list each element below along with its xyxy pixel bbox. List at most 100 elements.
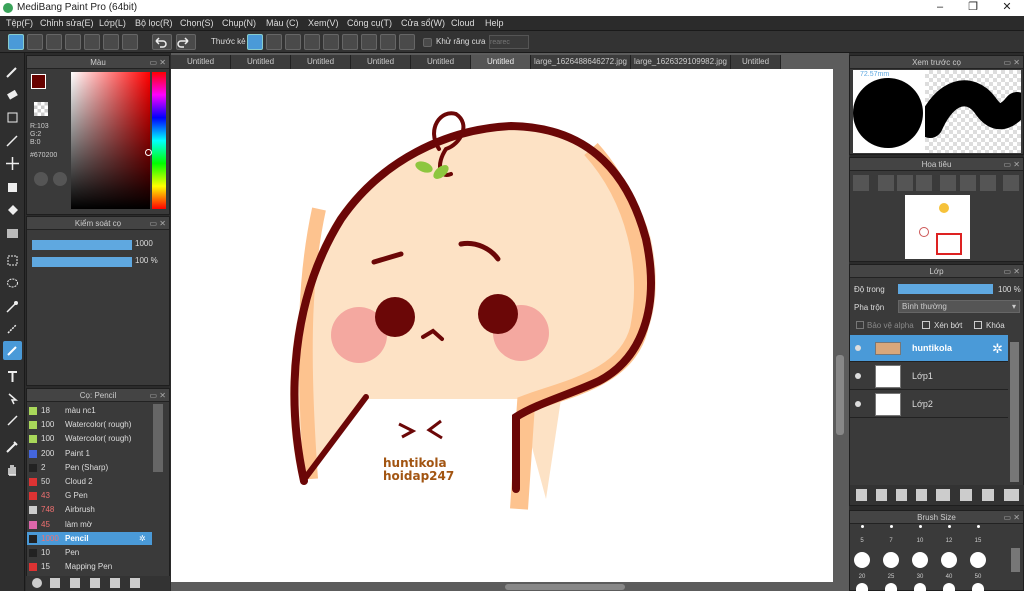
hue-slider[interactable] — [152, 72, 166, 209]
text-tool-icon[interactable] — [3, 367, 22, 386]
new-8bit-layer-icon[interactable] — [896, 489, 907, 501]
blend-mode-select[interactable]: Bình thường ▾ — [898, 300, 1020, 313]
brush-size-dot[interactable] — [885, 583, 897, 591]
menu-filter[interactable]: Bộ lọc(R) — [135, 18, 173, 28]
divide-tool-icon[interactable] — [3, 411, 22, 430]
brush-list-item[interactable]: 10 Pen — [27, 546, 152, 559]
add-layer-menu-icon[interactable] — [936, 489, 950, 501]
layer-name[interactable]: huntikola — [912, 343, 952, 353]
new-1bit-layer-icon[interactable] — [916, 489, 927, 501]
eye-icon[interactable] — [855, 345, 861, 351]
bucket-tool-icon[interactable] — [3, 201, 22, 220]
brush-list-item[interactable]: 748 Airbrush — [27, 503, 152, 516]
brush-tool-icon[interactable] — [3, 62, 22, 81]
layer-row[interactable]: Lớp1 — [850, 363, 1008, 390]
folder-icon[interactable] — [960, 489, 972, 501]
ellipse-ruler-icon[interactable] — [380, 34, 396, 50]
panel-close-icon[interactable]: ▭ ✕ — [150, 217, 166, 230]
menu-file[interactable]: Tệp(F) — [6, 18, 33, 28]
panel-close-icon[interactable]: ▭ ✕ — [1004, 158, 1020, 171]
redo-button[interactable] — [176, 34, 196, 50]
magic-wand-icon[interactable] — [3, 297, 22, 316]
menu-snap[interactable]: Chụp(N) — [222, 18, 256, 28]
menu-color[interactable]: Màu (C) — [266, 18, 299, 28]
zoom-in-2-icon[interactable] — [878, 175, 894, 191]
panel-close-icon[interactable]: ▭ ✕ — [150, 389, 166, 402]
brush-size-dot[interactable] — [854, 552, 870, 568]
color-saturation-box[interactable] — [71, 72, 150, 209]
foreground-color-swatch[interactable] — [31, 74, 46, 89]
cloud-icon[interactable] — [8, 34, 24, 50]
brush-size-dot[interactable] — [943, 583, 955, 591]
brush-size-dot[interactable] — [914, 583, 926, 591]
brush-opacity-slider[interactable] — [32, 257, 132, 267]
toolbar-field[interactable] — [489, 35, 529, 49]
layer-opacity-value[interactable]: 100 % — [998, 285, 1021, 294]
operation-tool-icon[interactable] — [3, 389, 22, 408]
canvas-vertical-scrollbar[interactable] — [836, 355, 844, 435]
ruler-off-icon[interactable] — [247, 34, 263, 50]
gear-icon[interactable]: ✲ — [992, 341, 1003, 357]
tab-document-active[interactable]: Untitled — [471, 55, 531, 69]
fit-icon[interactable] — [897, 175, 913, 191]
brush-size-slider[interactable] — [32, 240, 132, 250]
brush-size-dot[interactable] — [919, 525, 922, 528]
copy-brush-icon[interactable] — [70, 578, 80, 588]
concentric-icon[interactable] — [342, 34, 358, 50]
zoom-out-icon[interactable] — [916, 175, 932, 191]
brush-list-item[interactable]: 43 G Pen — [27, 489, 152, 502]
brush-size-dot[interactable] — [948, 525, 951, 528]
list-icon[interactable] — [103, 34, 119, 50]
fullscreen-icon[interactable] — [960, 175, 976, 191]
select-tool-icon[interactable] — [3, 251, 22, 270]
close-button[interactable]: ✕ — [992, 0, 1022, 16]
gear-icon[interactable]: ✲ — [139, 532, 146, 545]
tab-document[interactable]: Untitled — [411, 55, 471, 69]
select-pen-icon[interactable] — [3, 319, 22, 338]
navigator-thumbnail[interactable] — [905, 195, 970, 259]
grid-icon[interactable] — [122, 34, 138, 50]
rotate-right-icon[interactable] — [980, 175, 996, 191]
move-tool-icon[interactable] — [3, 154, 22, 173]
layer-opacity-slider[interactable] — [898, 284, 993, 294]
eyedropper-icon[interactable] — [3, 437, 22, 456]
layer-name[interactable]: Lớp2 — [912, 399, 933, 409]
menu-select[interactable]: Chọn(S) — [180, 18, 214, 28]
menu-layer[interactable]: Lớp(L) — [99, 18, 126, 28]
brush-list-item[interactable]: 200 Paint 1 — [27, 447, 152, 460]
brush-list-item[interactable]: 45 làm mờ — [27, 518, 152, 531]
brush-size-value[interactable]: 1000 — [135, 239, 153, 248]
rotate-left-icon[interactable] — [940, 175, 956, 191]
lock-checkbox[interactable] — [974, 321, 982, 329]
new-layer-icon[interactable] — [856, 489, 867, 501]
panel-close-icon[interactable]: ▭ ✕ — [1004, 265, 1020, 278]
brush-size-dot[interactable] — [861, 525, 864, 528]
menu-tools[interactable]: Công cụ(T) — [347, 18, 392, 28]
brush-size-dot[interactable] — [856, 583, 868, 591]
share-icon[interactable] — [65, 34, 81, 50]
eraser-tool-icon[interactable] — [3, 85, 22, 104]
duplicate-layer-icon[interactable] — [982, 489, 994, 501]
brush-size-dot[interactable] — [977, 525, 980, 528]
drawing-canvas[interactable]: huntikola hoidap247 — [171, 69, 833, 582]
brush-list-item[interactable]: 100 Watercolor( rough) — [27, 418, 152, 431]
tab-document[interactable]: Untitled — [731, 55, 781, 69]
eye-icon[interactable] — [855, 401, 861, 407]
antialias-checkbox[interactable] — [423, 38, 432, 47]
brush-size-dot[interactable] — [941, 552, 957, 568]
add-brush-icon[interactable] — [32, 578, 42, 588]
upload-icon[interactable] — [27, 34, 43, 50]
tab-document[interactable]: Untitled — [171, 55, 231, 69]
layer-scrollbar[interactable] — [1010, 342, 1019, 482]
rectangle-tool-icon[interactable] — [3, 108, 22, 127]
duplicate-icon[interactable] — [130, 578, 140, 588]
new-halftone-layer-icon[interactable] — [876, 489, 887, 501]
settings-icon[interactable] — [399, 34, 415, 50]
hand-tool-icon[interactable] — [3, 460, 22, 479]
fill-rect-tool-icon[interactable] — [3, 178, 22, 197]
undo-button[interactable] — [152, 34, 172, 50]
brush-list-item[interactable]: 2 Pen (Sharp) — [27, 461, 152, 474]
tab-document[interactable]: Untitled — [231, 55, 291, 69]
brush-list-scrollbar[interactable] — [153, 404, 163, 472]
new-brush-icon[interactable] — [50, 578, 60, 588]
